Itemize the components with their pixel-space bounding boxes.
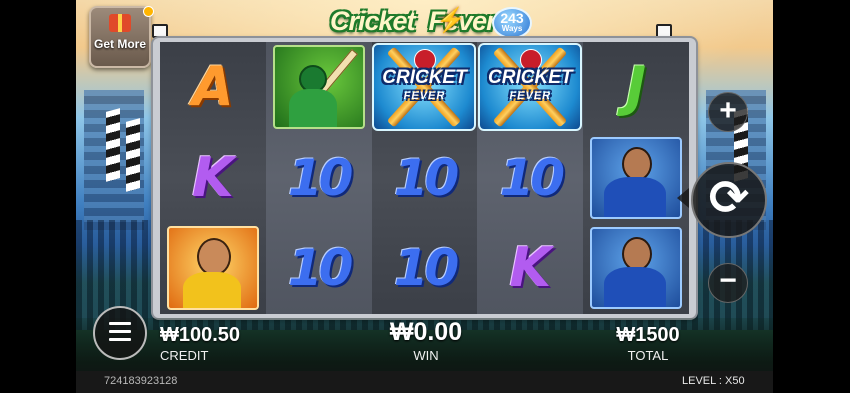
get-more-button[interactable]: Get More (89, 6, 154, 68)
player-batsman-symbol (272, 45, 365, 130)
credit-display: ₩100.50 CREDIT (160, 324, 240, 363)
player-yellow-symbol (166, 226, 259, 311)
plus-icon: + (719, 94, 737, 127)
game-round-id: 724183923128 (104, 375, 178, 387)
spin-icon: ⟳ (708, 170, 750, 226)
wild-label: CRICKET FEVER (382, 67, 467, 103)
game-title: Cricket Fever (330, 6, 497, 36)
lightning-icon: ⚡ (436, 7, 466, 34)
player-head (196, 238, 231, 277)
ways-label: Ways (501, 24, 523, 33)
reel-symbol (583, 133, 689, 224)
reel-symbol: CRICKET FEVER (372, 42, 478, 133)
symbol-10: 10 (499, 148, 565, 207)
win-value: ₩0.00 (389, 318, 463, 346)
credit-label: CREDIT (160, 348, 209, 363)
wild-symbol: CRICKET FEVER (478, 43, 583, 132)
level-indicator: LEVEL : X50 (682, 375, 745, 387)
symbol-10: 10 (287, 148, 354, 207)
symbol-10: 10 (393, 148, 460, 207)
player-head (622, 237, 653, 272)
menu-button[interactable] (93, 306, 147, 360)
total-bet-display[interactable]: ₩1500 TOTAL (608, 324, 688, 363)
reel-5: J (583, 42, 689, 314)
info-strip (76, 371, 773, 393)
reel-symbol: 10 (266, 133, 372, 224)
win-display: ₩0.00 WIN (378, 318, 474, 363)
wild-symbol: CRICKET FEVER (372, 43, 477, 132)
reel-symbol: 10 (477, 133, 583, 224)
reel-symbol: K (477, 223, 583, 314)
reel-4: CRICKET FEVER 10 K (477, 42, 584, 314)
reel-symbol (160, 223, 266, 314)
notification-dot (143, 6, 154, 17)
stadium-lights-icon (152, 24, 186, 57)
symbol-a: A (192, 55, 234, 119)
symbol-j: J (626, 55, 647, 119)
increase-bet-button[interactable]: + (708, 92, 748, 132)
player-shirt (604, 267, 667, 308)
ways-count: 243 (500, 10, 524, 26)
left-flag-2 (126, 118, 140, 192)
reel-symbol: 10 (266, 223, 372, 314)
menu-icon (109, 322, 131, 342)
game-screen: Get More Cricket Fever ⚡ 243 Ways A K 10… (0, 0, 850, 393)
decrease-bet-button[interactable]: − (708, 263, 748, 303)
symbol-10: 10 (287, 239, 354, 298)
left-flag (106, 108, 120, 182)
reel-symbol: K (160, 133, 266, 224)
symbol-k: K (509, 236, 552, 300)
reel-frame: A K 10 10 CRICKET FEVER 10 10 CRICKET FE… (153, 38, 696, 318)
reel-symbol (266, 42, 372, 133)
reel-symbol: 10 (372, 133, 478, 224)
player-blue-symbol (590, 227, 683, 310)
get-more-label: Get More (93, 37, 146, 51)
total-label: TOTAL (627, 348, 669, 363)
player-shirt (288, 89, 337, 128)
reel-symbol: J (583, 42, 689, 133)
stadium-lights-icon (656, 24, 690, 57)
minus-icon: − (719, 264, 737, 297)
symbol-k: K (191, 145, 234, 209)
credit-value: ₩100.50 (160, 324, 241, 346)
symbol-10: 10 (393, 239, 460, 298)
reel-grid: A K 10 10 CRICKET FEVER 10 10 CRICKET FE… (160, 42, 689, 314)
total-value: ₩1500 (616, 324, 680, 346)
reel-symbol: 10 (372, 223, 478, 314)
reel-1: A K (160, 42, 266, 314)
player-blue-symbol (590, 136, 683, 219)
spin-pointer (677, 188, 689, 208)
spin-button[interactable]: ⟳ (691, 162, 767, 238)
reel-2: 10 10 (265, 42, 372, 314)
player-head (622, 146, 653, 181)
reel-symbol: A (160, 42, 266, 133)
reel-symbol: CRICKET FEVER (477, 42, 583, 133)
ways-badge: 243 Ways (492, 7, 532, 39)
player-shirt (604, 176, 667, 217)
reel-3: CRICKET FEVER 10 10 (371, 42, 478, 314)
win-label: WIN (413, 348, 439, 363)
reel-symbol (583, 223, 689, 314)
player-shirt (182, 272, 241, 309)
wild-label: CRICKET FEVER (488, 67, 573, 103)
gift-icon (109, 14, 131, 32)
